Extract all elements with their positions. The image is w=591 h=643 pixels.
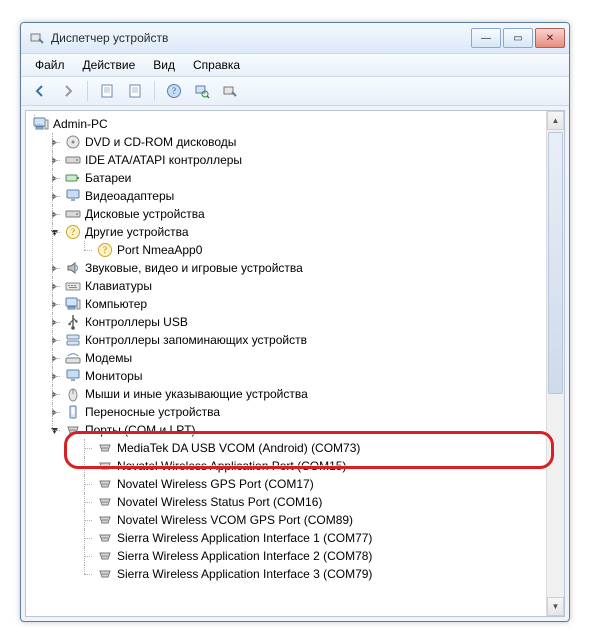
- app-icon: [29, 30, 45, 46]
- device-node[interactable]: Port NmeaApp0: [117, 243, 202, 257]
- menu-help[interactable]: Справка: [185, 56, 248, 74]
- menu-action[interactable]: Действие: [75, 56, 144, 74]
- battery-icon: [65, 170, 81, 186]
- category-node[interactable]: Модемы: [85, 351, 132, 365]
- ports-category-icon: [65, 422, 81, 438]
- properties-button[interactable]: [122, 78, 148, 104]
- category-node[interactable]: Контроллеры запоминающих устройств: [85, 333, 307, 347]
- maximize-button[interactable]: ▭: [503, 28, 533, 48]
- ide-controller-icon: [65, 152, 81, 168]
- nav-back-button[interactable]: [27, 78, 53, 104]
- device-manager-button[interactable]: [217, 78, 243, 104]
- minimize-button[interactable]: —: [471, 28, 501, 48]
- device-node[interactable]: Sierra Wireless Application Interface 1 …: [117, 531, 372, 545]
- device-node[interactable]: Novatel Wireless GPS Port (COM17): [117, 477, 314, 491]
- window-title: Диспетчер устройств: [51, 31, 168, 45]
- scroll-thumb[interactable]: [548, 132, 563, 394]
- portable-device-icon: [65, 404, 81, 420]
- expand-toggle[interactable]: [50, 264, 59, 273]
- device-tree[interactable]: Admin-PC DVD и CD-ROM дисководы IDE ATA/A…: [26, 111, 546, 616]
- close-button[interactable]: ✕: [535, 28, 565, 48]
- category-node[interactable]: Мыши и иные указывающие устройства: [85, 387, 308, 401]
- toolbar: [21, 77, 569, 106]
- scan-hardware-button[interactable]: [189, 78, 215, 104]
- expand-toggle[interactable]: [50, 390, 59, 399]
- expand-toggle[interactable]: [50, 318, 59, 327]
- menu-view[interactable]: Вид: [145, 56, 183, 74]
- expand-toggle[interactable]: [50, 282, 59, 291]
- category-node[interactable]: Контроллеры USB: [85, 315, 188, 329]
- category-node[interactable]: Переносные устройства: [85, 405, 220, 419]
- category-node[interactable]: Клавиатуры: [85, 279, 152, 293]
- root-node-label[interactable]: Admin-PC: [53, 117, 108, 131]
- com-port-icon: [97, 440, 113, 456]
- device-node[interactable]: Novatel Wireless VCOM GPS Port (COM89): [117, 513, 353, 527]
- com-port-icon: [97, 476, 113, 492]
- device-manager-window: Диспетчер устройств — ▭ ✕ Файл Действие …: [20, 22, 570, 622]
- expand-toggle[interactable]: [26, 120, 27, 129]
- expand-toggle[interactable]: [50, 174, 59, 183]
- mouse-icon: [65, 386, 81, 402]
- device-node[interactable]: Sierra Wireless Application Interface 3 …: [117, 567, 372, 581]
- expand-toggle[interactable]: [50, 156, 59, 165]
- category-node[interactable]: Другие устройства: [85, 225, 189, 239]
- scroll-down-button[interactable]: ▼: [547, 597, 564, 616]
- expand-toggle[interactable]: [50, 192, 59, 201]
- unknown-device-icon: [97, 242, 113, 258]
- category-node[interactable]: Батареи: [85, 171, 131, 185]
- monitor-icon: [65, 368, 81, 384]
- keyboard-icon: [65, 278, 81, 294]
- device-node[interactable]: Novatel Wireless Status Port (COM16): [117, 495, 322, 509]
- disk-drive-icon: [65, 206, 81, 222]
- audio-icon: [65, 260, 81, 276]
- expand-toggle[interactable]: [50, 300, 59, 309]
- show-hidden-button[interactable]: [94, 78, 120, 104]
- expand-toggle[interactable]: [50, 426, 59, 435]
- client-area: Admin-PC DVD и CD-ROM дисководы IDE ATA/A…: [25, 110, 565, 617]
- vertical-scrollbar[interactable]: ▲ ▼: [546, 111, 564, 616]
- scroll-up-button[interactable]: ▲: [547, 111, 564, 130]
- com-port-icon: [97, 530, 113, 546]
- disc-drive-icon: [65, 134, 81, 150]
- nav-forward-button[interactable]: [55, 78, 81, 104]
- computer-icon: [33, 116, 49, 132]
- com-port-icon: [97, 548, 113, 564]
- com-port-icon: [97, 458, 113, 474]
- computer-category-icon: [65, 296, 81, 312]
- expand-toggle[interactable]: [50, 408, 59, 417]
- expand-toggle[interactable]: [50, 336, 59, 345]
- category-node[interactable]: Звуковые, видео и игровые устройства: [85, 261, 303, 275]
- expand-toggle[interactable]: [50, 210, 59, 219]
- titlebar: Диспетчер устройств — ▭ ✕: [21, 23, 569, 54]
- category-node[interactable]: Видеоадаптеры: [85, 189, 174, 203]
- category-node[interactable]: Мониторы: [85, 369, 142, 383]
- scroll-track[interactable]: [547, 130, 564, 597]
- menu-file[interactable]: Файл: [27, 56, 73, 74]
- unknown-device-icon: [65, 224, 81, 240]
- device-node[interactable]: MediaTek DA USB VCOM (Android) (COM73): [117, 441, 360, 455]
- category-node[interactable]: Порты (COM и LPT): [85, 423, 196, 437]
- device-node[interactable]: Sierra Wireless Application Interface 2 …: [117, 549, 372, 563]
- expand-toggle[interactable]: [50, 228, 59, 237]
- expand-toggle[interactable]: [50, 372, 59, 381]
- expand-toggle[interactable]: [50, 138, 59, 147]
- com-port-icon: [97, 494, 113, 510]
- device-node[interactable]: Novatel Wireless Application Port (COM15…: [117, 459, 346, 473]
- display-adapter-icon: [65, 188, 81, 204]
- expand-toggle[interactable]: [50, 354, 59, 363]
- help-button[interactable]: [161, 78, 187, 104]
- storage-controller-icon: [65, 332, 81, 348]
- menubar: Файл Действие Вид Справка: [21, 54, 569, 77]
- toolbar-separator: [154, 81, 155, 101]
- com-port-icon: [97, 512, 113, 528]
- category-node[interactable]: Компьютер: [85, 297, 147, 311]
- category-node[interactable]: DVD и CD-ROM дисководы: [85, 135, 236, 149]
- category-node[interactable]: Дисковые устройства: [85, 207, 205, 221]
- modem-icon: [65, 350, 81, 366]
- usb-controller-icon: [65, 314, 81, 330]
- toolbar-separator: [87, 81, 88, 101]
- com-port-icon: [97, 566, 113, 582]
- category-node[interactable]: IDE ATA/ATAPI контроллеры: [85, 153, 242, 167]
